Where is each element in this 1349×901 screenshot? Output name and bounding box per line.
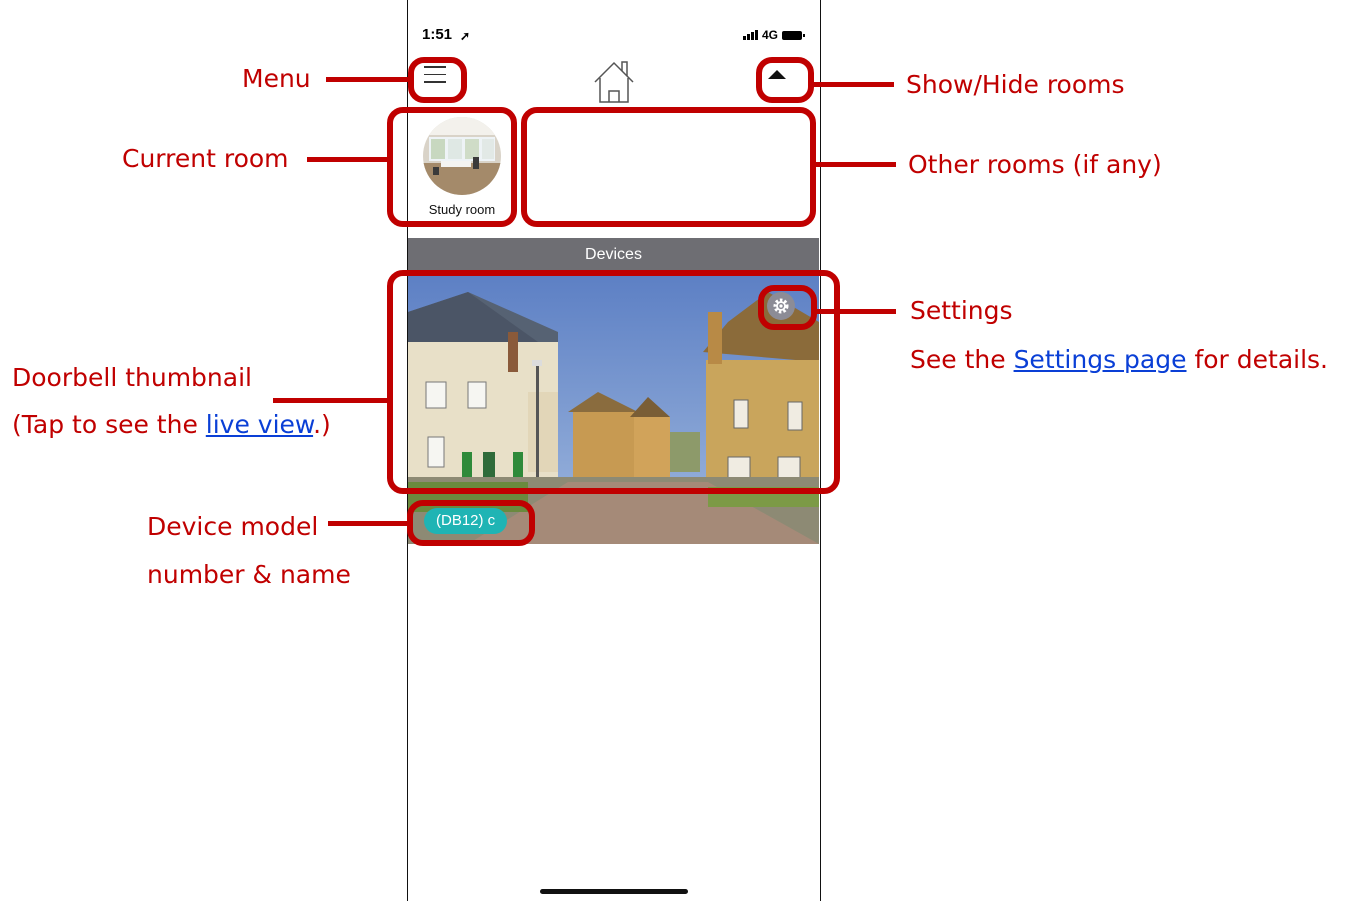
device-model-annotation-line1: Device model — [147, 512, 319, 541]
home-icon — [594, 61, 634, 103]
status-right: 4G — [742, 28, 805, 42]
device-tag-connector-line — [328, 521, 409, 526]
show-hide-highlight-box — [756, 57, 814, 103]
settings-page-link[interactable]: Settings page — [1014, 345, 1187, 374]
settings-annotation: Settings — [910, 296, 1013, 325]
other-rooms-connector-line — [815, 162, 896, 167]
device-tag-highlight-box — [407, 500, 535, 546]
menu-annotation: Menu — [242, 64, 311, 93]
other-rooms-annotation: Other rooms (if any) — [908, 150, 1162, 179]
signal-icon — [742, 30, 758, 40]
battery-icon — [782, 30, 805, 40]
live-view-link[interactable]: live view — [206, 410, 313, 439]
current-room-connector-line — [307, 157, 389, 162]
thumbnail-connector-line — [273, 398, 389, 403]
menu-highlight-box — [408, 57, 467, 103]
doorbell-detail-annotation: (Tap to see the live view.) — [12, 410, 331, 439]
current-room-highlight-box — [387, 107, 517, 227]
network-label: 4G — [761, 28, 778, 42]
settings-detail-annotation: See the Settings page for details. — [910, 345, 1329, 374]
device-model-annotation-line2: number & name — [147, 560, 351, 589]
other-rooms-highlight-box — [521, 107, 816, 227]
settings-connector-line — [816, 309, 896, 314]
location-arrow-icon: ➚ — [460, 29, 471, 43]
current-room-annotation: Current room — [122, 144, 289, 173]
doorbell-thumbnail-annotation: Doorbell thumbnail — [12, 363, 252, 392]
show-hide-connector-line — [814, 82, 894, 87]
status-time: 1:51 — [422, 26, 453, 43]
home-indicator[interactable] — [540, 889, 688, 894]
thumbnail-highlight-box — [387, 270, 840, 494]
devices-header: Devices — [408, 238, 819, 272]
menu-connector-line — [326, 77, 410, 82]
show-hide-annotation: Show/Hide rooms — [906, 70, 1125, 99]
